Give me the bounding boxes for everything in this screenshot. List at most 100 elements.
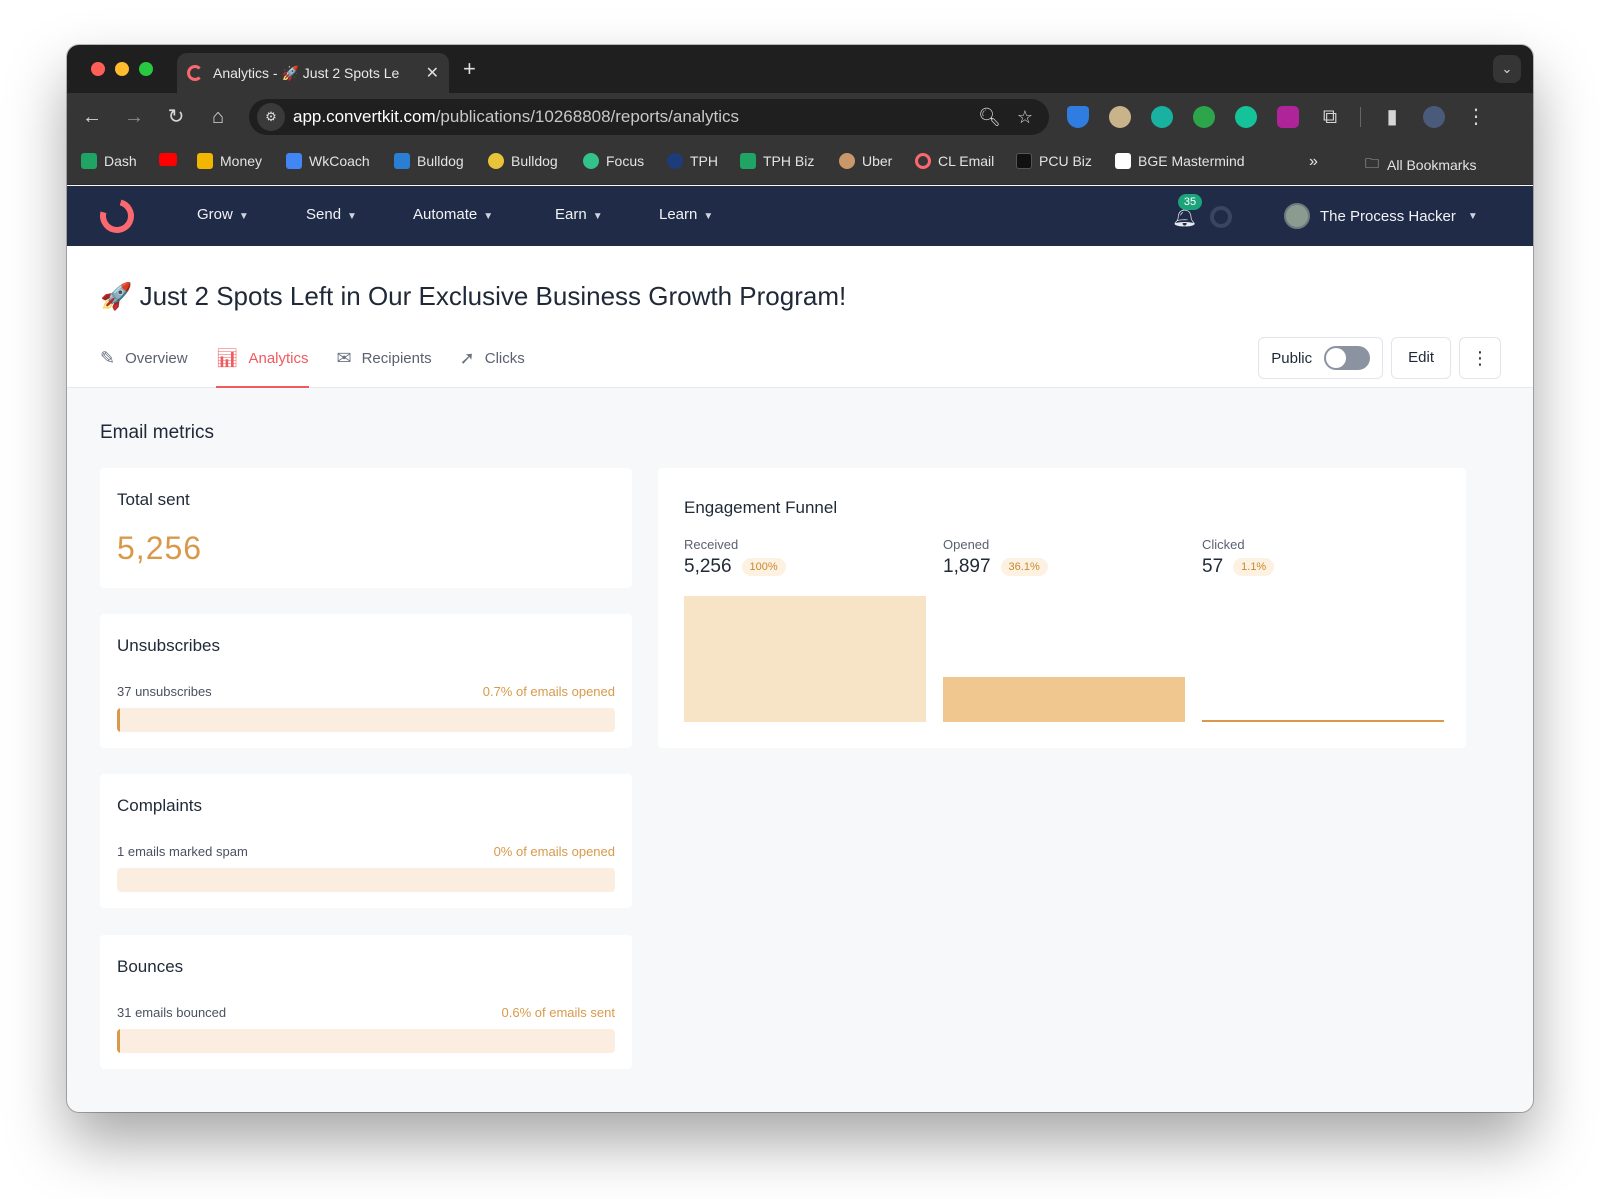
funnel-bar-received: [684, 596, 926, 722]
metric-percent: 0.6% of emails sent: [501, 1005, 615, 1020]
bookmark-item[interactable]: TPH: [667, 153, 718, 169]
stage-value: 5,256: [684, 556, 732, 577]
home-icon[interactable]: ⌂: [205, 104, 231, 130]
convertkit-icon: [915, 153, 931, 169]
user-menu[interactable]: The Process Hacker ▼: [1284, 203, 1478, 229]
extension-gem-icon[interactable]: [1067, 106, 1089, 128]
bookmark-item[interactable]: Bulldog: [394, 153, 464, 169]
browser-tab-title: Analytics - 🚀 Just 2 Spots Le: [213, 64, 400, 81]
bookmark-item[interactable]: Focus: [583, 153, 644, 169]
reload-icon[interactable]: ↻: [163, 104, 189, 130]
sheets-icon: [81, 153, 97, 169]
browser-toolbar: ← → ↻ ⌂ ⚙ app.convertkit.com/publication…: [67, 93, 1533, 141]
chevron-down-icon: ▼: [703, 211, 714, 222]
stage-value: 57: [1202, 556, 1224, 577]
stage-label: Opened: [943, 537, 990, 552]
bookmark-item[interactable]: [159, 153, 184, 166]
bookmark-item[interactable]: CL Email: [915, 153, 994, 169]
site-settings-icon[interactable]: ⚙: [257, 103, 285, 131]
grammarly-icon[interactable]: [1235, 106, 1257, 128]
complaints-card: Complaints 1 emails marked spam 0% of em…: [100, 774, 632, 908]
browser-window: Analytics - 🚀 Just 2 Spots Le ✕ + ⌄ ← → …: [67, 45, 1533, 1112]
bookmark-star-icon[interactable]: ☆: [1017, 107, 1033, 128]
engagement-funnel-card: Engagement Funnel Received 5,256 100% Ope…: [658, 468, 1466, 748]
bookmark-item[interactable]: PCU Biz: [1016, 153, 1092, 169]
extension-coin-icon[interactable]: [1109, 106, 1131, 128]
nav-send[interactable]: Send ▼: [306, 206, 357, 223]
bookmark-item[interactable]: WkCoach: [286, 153, 370, 169]
tab-recipients[interactable]: ✉ Recipients: [337, 348, 432, 388]
unsubscribes-meter: [117, 708, 615, 732]
total-sent-card: Total sent 5,256: [100, 468, 632, 588]
bookmark-item[interactable]: Bulldog: [488, 153, 558, 169]
convertkit-favicon-icon: [187, 65, 203, 81]
nav-grow[interactable]: Grow ▼: [197, 206, 249, 223]
nav-automate[interactable]: Automate ▼: [413, 206, 493, 223]
folder-icon: 🗀: [1365, 155, 1379, 171]
more-bookmarks-icon[interactable]: »: [1309, 153, 1318, 171]
drive-icon: [197, 153, 213, 169]
convertkit-logo-icon[interactable]: [93, 192, 141, 240]
stage-value: 1,897: [943, 556, 991, 577]
browser-tab-analytics[interactable]: Analytics - 🚀 Just 2 Spots Le ✕: [177, 53, 449, 93]
youtube-icon: [159, 153, 177, 166]
uber-avatar-icon: [839, 153, 855, 169]
public-toggle[interactable]: [1324, 346, 1371, 370]
edit-button[interactable]: Edit: [1391, 337, 1451, 379]
stage-percent-badge: 1.1%: [1233, 558, 1275, 576]
extensions-puzzle-icon[interactable]: ⧉: [1317, 104, 1343, 130]
forward-arrow-icon[interactable]: →: [121, 104, 147, 130]
funnel-stage-clicked: Clicked 57 1.1%: [1202, 537, 1275, 578]
metric-percent: 0.7% of emails opened: [482, 684, 615, 699]
toolbar-divider: [1360, 107, 1361, 127]
extension-m-icon[interactable]: [1151, 106, 1173, 128]
bookmark-item[interactable]: Money: [197, 153, 262, 169]
metric-row: 31 emails bounced 0.6% of emails sent: [117, 1005, 615, 1020]
maximize-window-button[interactable]: [139, 62, 153, 76]
card-title: Complaints: [117, 796, 203, 815]
chevron-down-icon: ▼: [592, 211, 603, 222]
user-name: The Process Hacker: [1320, 207, 1456, 225]
bounces-card: Bounces 31 emails bounced 0.6% of emails…: [100, 935, 632, 1069]
side-panel-icon[interactable]: ▮: [1379, 104, 1405, 130]
meter-fill: [117, 1029, 120, 1053]
metric-row: 37 unsubscribes 0.7% of emails opened: [117, 684, 615, 699]
stage-percent-badge: 100%: [741, 558, 786, 576]
tab-clicks[interactable]: ➚ Clicks: [460, 348, 525, 388]
unsubscribes-card: Unsubscribes 37 unsubscribes 0.7% of ema…: [100, 614, 632, 748]
extension-globe-icon[interactable]: [1193, 106, 1215, 128]
tab-analytics[interactable]: 📊︎ Analytics: [215, 348, 309, 388]
focus-icon: [583, 153, 599, 169]
card-title: Bounces: [117, 957, 184, 976]
stage-value-row: 57 1.1%: [1202, 556, 1275, 578]
public-toggle-control[interactable]: Public: [1258, 337, 1384, 379]
address-bar[interactable]: ⚙ app.convertkit.com/publications/102688…: [249, 99, 1049, 135]
card-title: Total sent: [117, 490, 190, 509]
total-sent-value: 5,256: [117, 530, 203, 566]
back-arrow-icon[interactable]: ←: [79, 104, 105, 130]
zoom-icon[interactable]: 🔍︎: [978, 107, 1001, 128]
nav-earn[interactable]: Earn ▼: [555, 206, 603, 223]
tab-search-chevron-icon[interactable]: ⌄: [1493, 55, 1521, 83]
all-bookmarks-folder[interactable]: 🗀 All Bookmarks: [1365, 153, 1476, 177]
minimize-window-button[interactable]: [115, 62, 129, 76]
avatar: [1284, 203, 1310, 229]
new-tab-icon[interactable]: +: [463, 56, 476, 82]
browser-menu-icon[interactable]: ⋮: [1463, 104, 1489, 130]
stage-label: Received: [684, 537, 739, 552]
profile-avatar-icon[interactable]: [1423, 106, 1445, 128]
metric-detail: 31 emails bounced: [117, 1005, 227, 1020]
app-header: Grow ▼ Send ▼ Automate ▼ Earn ▼ Learn ▼ 🔔︎ 35…: [67, 186, 1533, 246]
bookmark-item[interactable]: Dash: [81, 153, 137, 169]
extension-chart-icon[interactable]: [1277, 106, 1299, 128]
metric-detail: 1 emails marked spam: [117, 844, 248, 859]
bookmark-item[interactable]: BGE Mastermind: [1115, 153, 1245, 169]
close-window-button[interactable]: [91, 62, 105, 76]
bookmark-item[interactable]: Uber: [839, 153, 892, 169]
nav-learn[interactable]: Learn ▼: [659, 206, 713, 223]
stage-percent-badge: 36.1%: [1000, 558, 1048, 576]
close-tab-icon[interactable]: ✕: [426, 63, 439, 83]
bookmark-item[interactable]: TPH Biz: [740, 153, 814, 169]
more-options-icon[interactable]: ⋮: [1459, 337, 1501, 379]
tab-overview[interactable]: ✎ Overview: [100, 348, 188, 388]
